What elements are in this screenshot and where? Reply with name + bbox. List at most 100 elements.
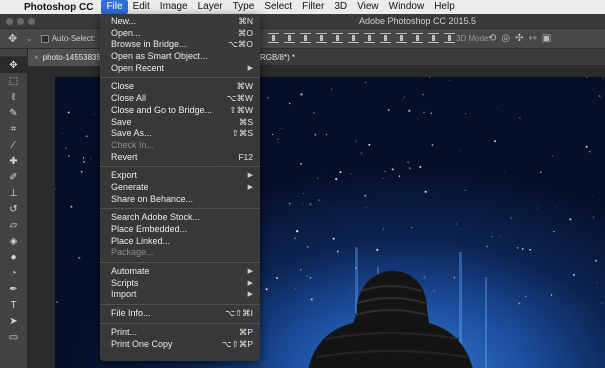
menu-item-open-as-smart-object[interactable]: Open as Smart Object... [100,51,260,63]
healing-brush-tool-icon[interactable]: ✚ [0,153,27,169]
history-brush-tool-icon[interactable]: ↺ [0,201,27,217]
menu-item-open-recent[interactable]: Open Recent ▶ [100,63,260,75]
menu-item-label: Close All [111,93,147,104]
menu-item-close-and-go-to-bridge[interactable]: Close and Go to Bridge... ⇧⌘W [100,105,260,117]
align-hcenter-icon[interactable] [332,33,343,43]
dodge-tool-icon[interactable]: ◔ [0,265,27,281]
star [277,138,279,141]
menu-item-automate[interactable]: Automate ▶ [100,266,260,278]
menu-item-print[interactable]: Print... ⌘P [100,327,260,339]
3d-rotate-icon[interactable]: ⟲ [488,33,496,44]
menu-item-revert[interactable]: Revert F12 [100,152,260,164]
menu-item-share-on-behance[interactable]: Share on Behance... [100,194,260,206]
blur-tool-icon[interactable]: ● [0,249,27,265]
menu-item-open[interactable]: Open... ⌘O [100,28,260,40]
3d-mode-icons: ⟲ ◎ ✣ ⇿ ▣ [488,33,551,44]
menu-select[interactable]: Select [259,0,297,14]
menu-item-browse-in-bridge[interactable]: Browse in Bridge... ⌥⌘O [100,39,260,51]
window-title-bar: Adobe Photoshop CC 2015.5 [0,14,605,29]
3d-slide-icon[interactable]: ⇿ [529,33,537,44]
distribute-top-icon[interactable] [364,33,375,43]
star [460,150,462,151]
star [589,151,591,153]
distribute-hcenter-icon[interactable] [428,33,439,43]
menu-help[interactable]: Help [429,0,460,14]
menu-item-save[interactable]: Save ⌘S [100,117,260,129]
3d-roll-icon[interactable]: ◎ [501,33,510,44]
auto-select-checkbox[interactable] [40,34,49,43]
star [518,302,521,305]
menu-item-print-one-copy[interactable]: Print One Copy ⌥⇧⌘P [100,339,260,351]
menu-window[interactable]: Window [384,0,430,14]
menu-item-label: Package... [111,247,154,258]
menu-item-label: Browse in Bridge... [111,39,187,50]
align-right-icon[interactable] [348,33,359,43]
distribute-bottom-icon[interactable] [396,33,407,43]
star [307,246,309,248]
menu-separator [100,262,260,264]
move-icon[interactable]: ✥ [8,32,26,45]
menu-item-close-all[interactable]: Close All ⌥⌘W [100,93,260,105]
quick-select-tool-icon[interactable]: ✎ [0,105,27,121]
star [325,133,328,136]
menu-item-close[interactable]: Close ⌘W [100,81,260,93]
move-tool-icon[interactable]: ✥ [0,57,27,73]
menu-filter[interactable]: Filter [297,0,329,14]
menu-item-scripts[interactable]: Scripts ▶ [100,278,260,290]
star [83,161,85,163]
menu-file[interactable]: File [101,0,128,14]
align-bottom-icon[interactable] [300,33,311,43]
paint-bucket-tool-icon[interactable]: ◈ [0,233,27,249]
marquee-tool-icon[interactable]: ⬚ [0,73,27,89]
crop-tool-icon[interactable]: ⌗ [0,121,27,137]
star [430,112,433,115]
menu-item-export[interactable]: Export ▶ [100,170,260,182]
menu-item-import[interactable]: Import ▶ [100,289,260,301]
align-distribute-icons [268,33,455,43]
menu-item-shortcut: ⌘O [237,27,253,38]
menu-item-search-adobe-stock[interactable]: Search Adobe Stock... [100,212,260,224]
pen-tool-icon[interactable]: ✒ [0,281,27,297]
star [294,237,297,240]
align-left-icon[interactable] [316,33,327,43]
menu-item-place-embedded[interactable]: Place Embedded... [100,224,260,236]
3d-scale-icon[interactable]: ▣ [542,33,551,44]
menu-item-generate[interactable]: Generate ▶ [100,182,260,194]
star [403,96,406,98]
menu-item-place-linked[interactable]: Place Linked... [100,236,260,248]
path-select-tool-icon[interactable]: ➤ [0,313,27,329]
star [422,93,424,96]
star [318,199,320,202]
align-top-icon[interactable] [268,33,279,43]
3d-pan-icon[interactable]: ✣ [515,33,523,44]
brush-tool-icon[interactable]: ✐ [0,169,27,185]
clone-stamp-tool-icon[interactable]: ⊥ [0,185,27,201]
menu-item-label: Open as Smart Object... [111,51,208,62]
distribute-vcenter-icon[interactable] [380,33,391,43]
align-vcenter-icon[interactable] [284,33,295,43]
star [86,135,88,137]
distribute-left-icon[interactable] [412,33,423,43]
menu-3d[interactable]: 3D [329,0,352,14]
star [529,248,531,251]
rectangle-tool-icon[interactable]: ▭ [0,329,27,345]
menu-view[interactable]: View [352,0,384,14]
lasso-tool-icon[interactable]: ℓ [0,89,27,105]
close-tab-icon[interactable]: × [34,53,39,62]
menu-item-file-info[interactable]: File Info... ⌥⇧⌘I [100,308,260,320]
type-tool-icon[interactable]: T [0,297,27,313]
app-menu-photoshop[interactable]: Photoshop CC [24,2,93,13]
eraser-tool-icon[interactable]: ▱ [0,217,27,233]
menu-edit[interactable]: Edit [128,0,155,14]
chevron-down-icon[interactable]: ⌄ [26,34,33,43]
menu-type[interactable]: Type [228,0,260,14]
menu-item-save-as[interactable]: Save As... ⇧⌘S [100,128,260,140]
star [302,193,304,194]
distribute-right-icon[interactable] [444,33,455,43]
menu-item-new[interactable]: New... ⌘N [100,16,260,28]
menu-image[interactable]: Image [155,0,193,14]
tools-panel-grip[interactable] [0,49,27,57]
menu-layer[interactable]: Layer [193,0,228,14]
eyedropper-tool-icon[interactable]: ⁄ [0,137,27,153]
star [591,194,593,196]
